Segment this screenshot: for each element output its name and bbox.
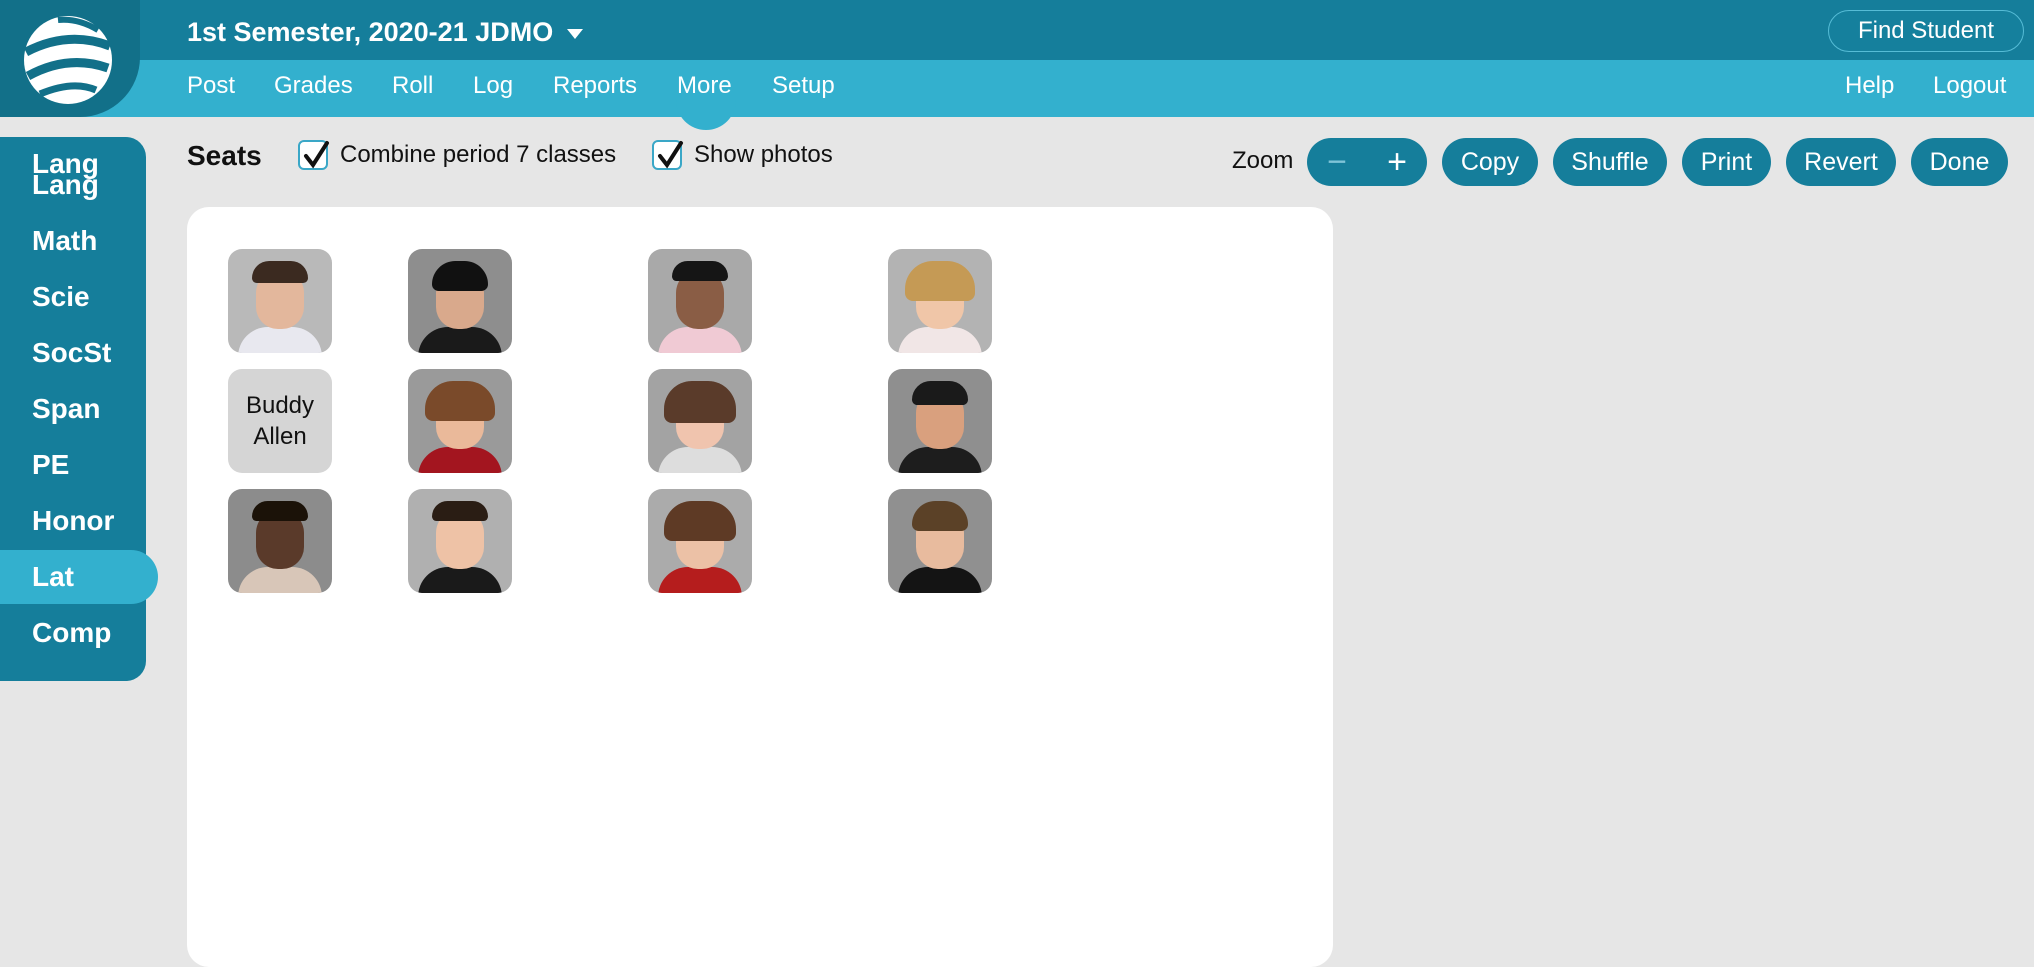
find-student-button[interactable]: Find Student (1828, 10, 2024, 52)
copy-button[interactable]: Copy (1442, 138, 1538, 186)
combine-classes-label: Combine period 7 classes (340, 141, 617, 168)
seat-photo[interactable] (888, 369, 992, 473)
seat-name-only[interactable]: Buddy Allen (228, 369, 332, 473)
zoom-out-button[interactable]: − (1307, 138, 1367, 186)
seat-photo[interactable] (228, 489, 332, 593)
shuffle-button[interactable]: Shuffle (1553, 138, 1667, 186)
chevron-down-icon (567, 29, 584, 39)
sidebar-item-honor[interactable]: Honor (0, 494, 146, 548)
show-photos-label: Show photos (694, 141, 833, 168)
nav-post[interactable]: Post (187, 72, 235, 100)
sidebar-item-scie[interactable]: Scie (0, 270, 146, 324)
checkbox-icon[interactable] (298, 140, 329, 170)
seat-student-name: Buddy Allen (245, 392, 315, 450)
seat-photo[interactable] (408, 489, 512, 593)
nav-logout[interactable]: Logout (1933, 72, 2006, 100)
sidebar-item-span[interactable]: Span (0, 382, 146, 436)
print-button[interactable]: Print (1682, 138, 1771, 186)
sidebar-item-socst[interactable]: SocSt (0, 326, 146, 380)
nav-more[interactable]: More (677, 72, 732, 100)
seat-photo[interactable] (408, 249, 512, 353)
sidebar-item-math[interactable]: Math (0, 214, 146, 268)
sidebar-item-pe[interactable]: PE (0, 438, 146, 492)
nav-roll[interactable]: Roll (392, 72, 433, 100)
semester-label: 1st Semester, 2020-21 JDMO (187, 16, 554, 47)
zoom-in-button[interactable]: + (1367, 138, 1427, 186)
show-photos-checkbox[interactable]: Show photos (652, 140, 833, 170)
app-logo[interactable] (0, 0, 140, 117)
combine-classes-checkbox[interactable]: Combine period 7 classes (298, 140, 616, 170)
nav-setup[interactable]: Setup (772, 72, 835, 100)
seat-photo[interactable] (648, 369, 752, 473)
checkmark-icon (658, 141, 683, 169)
zoom-control: − + (1307, 138, 1427, 186)
checkmark-icon (304, 141, 329, 169)
seat-photo[interactable] (888, 489, 992, 593)
globe-logo-icon (23, 16, 112, 104)
page-title: Seats (187, 140, 262, 171)
sidebar-item-lat[interactable]: Lat (0, 550, 158, 604)
nav-grades[interactable]: Grades (274, 72, 353, 100)
checkbox-icon[interactable] (652, 140, 683, 170)
seating-chart-panel (187, 207, 1333, 967)
sidebar-item-lang[interactable]: Lang (0, 158, 146, 212)
revert-button[interactable]: Revert (1786, 138, 1896, 186)
active-nav-indicator (676, 96, 736, 130)
seat-photo[interactable] (228, 249, 332, 353)
zoom-label: Zoom (1232, 147, 1294, 174)
seat-photo[interactable] (648, 489, 752, 593)
semester-selector[interactable]: 1st Semester, 2020-21 JDMO (187, 14, 584, 50)
seat-photo[interactable] (888, 249, 992, 353)
seat-photo[interactable] (648, 249, 752, 353)
seat-photo[interactable] (408, 369, 512, 473)
done-button[interactable]: Done (1911, 138, 2008, 186)
nav-help[interactable]: Help (1845, 72, 1894, 100)
nav-reports[interactable]: Reports (553, 72, 637, 100)
nav-log[interactable]: Log (473, 72, 513, 100)
sidebar-item-comp[interactable]: Comp (0, 606, 146, 660)
